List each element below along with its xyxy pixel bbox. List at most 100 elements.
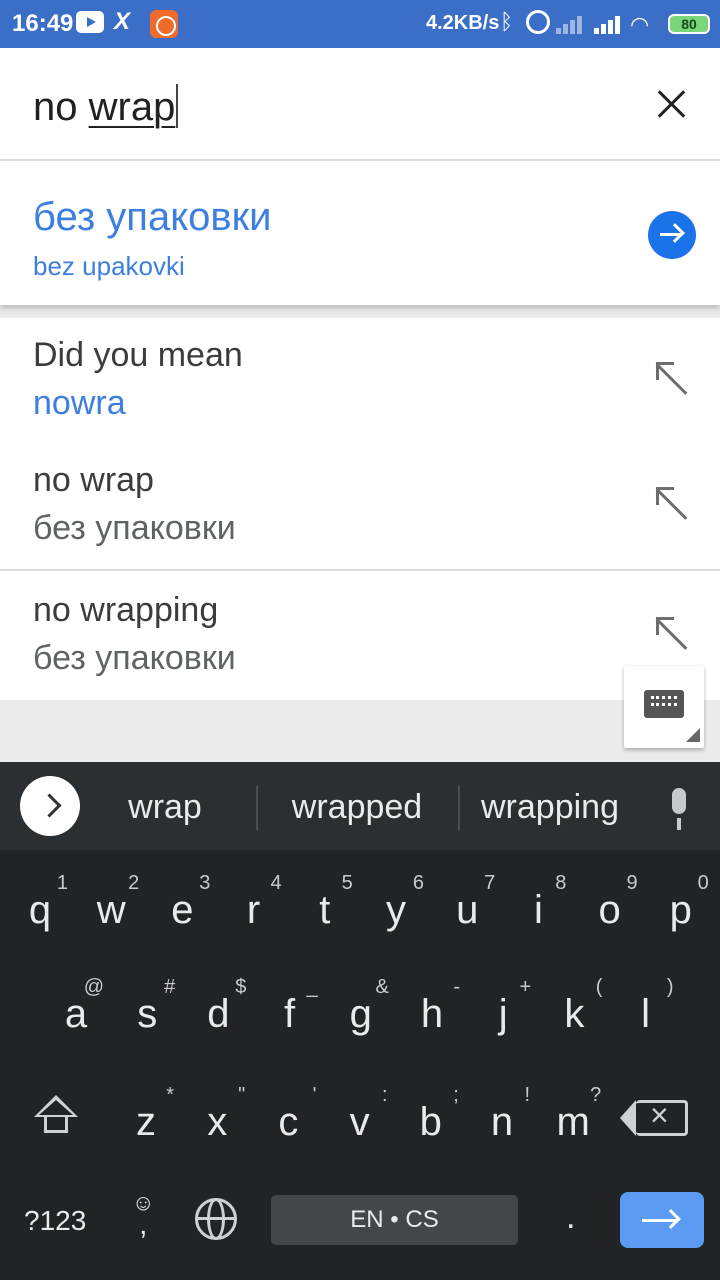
key-w[interactable]: 2w: [75, 858, 147, 954]
key-label: p: [669, 888, 692, 932]
x-app-icon: X: [114, 8, 131, 35]
symbols-key[interactable]: ?123: [24, 1205, 86, 1237]
close-icon[interactable]: [650, 82, 694, 126]
period-key[interactable]: .: [566, 1198, 575, 1237]
divider: [0, 305, 720, 318]
key-label: g: [349, 992, 372, 1036]
key-r[interactable]: 4r: [218, 858, 290, 954]
key-label: e: [171, 888, 194, 932]
background-area: [0, 700, 720, 762]
suggestion-item[interactable]: no wrapping без упаковки: [0, 573, 720, 701]
arrow-up-left-icon[interactable]: [654, 485, 690, 521]
key-p[interactable]: 0p: [645, 858, 717, 954]
key-label: w: [96, 888, 126, 932]
query-text: no: [33, 85, 89, 129]
key-c[interactable]: ' c: [252, 1070, 324, 1166]
comma-label: ,: [139, 1208, 148, 1241]
key-g[interactable]: & g: [325, 962, 397, 1058]
key-label: k: [564, 992, 585, 1036]
key-label: m: [556, 1100, 590, 1144]
key-label: v: [349, 1100, 370, 1144]
key-x[interactable]: " x: [181, 1070, 253, 1166]
space-bar[interactable]: EN • CS: [271, 1195, 518, 1245]
key-label: q: [28, 888, 52, 932]
chevron-right-icon[interactable]: [20, 776, 80, 836]
key-i[interactable]: 8i: [502, 858, 574, 954]
network-speed: 4.2KB/s: [426, 12, 500, 34]
translation-result[interactable]: без упаковки bez upakovki: [0, 163, 720, 305]
signal-icon: [556, 14, 586, 34]
key-o[interactable]: 9o: [574, 858, 646, 954]
shift-icon[interactable]: [32, 1093, 80, 1137]
key-label: n: [490, 1100, 514, 1144]
arrow-up-left-icon[interactable]: [654, 615, 690, 651]
suggestion-translation: без упаковки: [33, 639, 236, 677]
enter-key[interactable]: [620, 1192, 704, 1248]
key-label: s: [137, 992, 158, 1036]
signal-icon: [594, 14, 624, 34]
suggestion-label: Did you mean: [33, 336, 243, 374]
key-label: b: [419, 1100, 442, 1144]
emoji-comma-key[interactable]: ☺ ,: [132, 1192, 154, 1241]
key-label: l: [641, 992, 651, 1036]
key-label: o: [598, 888, 621, 932]
arrow-forward-icon[interactable]: [648, 211, 696, 259]
search-input[interactable]: no wrap: [33, 84, 179, 130]
key-s[interactable]: # s: [111, 962, 183, 1058]
wifi-icon: ◠: [630, 12, 650, 37]
key-j[interactable]: + j: [467, 962, 539, 1058]
translation-text: без упаковки: [33, 195, 272, 239]
key-b[interactable]: ; b: [395, 1070, 467, 1166]
key-e[interactable]: 3e: [146, 858, 218, 954]
suggestion-item[interactable]: Did you mean nowra: [0, 318, 720, 446]
query-composing-word: wrap: [88, 85, 176, 129]
keyboard-icon: [644, 690, 684, 718]
keyboard-toggle-button[interactable]: [624, 666, 704, 748]
key-label: d: [207, 992, 230, 1036]
keyboard-suggestion-strip: wrap wrapped wrapping: [0, 762, 720, 850]
suggestion-source: no wrap: [33, 461, 154, 499]
key-t[interactable]: 5t: [289, 858, 361, 954]
key-k[interactable]: (k: [538, 962, 610, 1058]
key-label: z: [136, 1100, 156, 1144]
key-label: y: [386, 888, 406, 932]
key-label: x: [207, 1100, 228, 1144]
corner-indicator: [686, 728, 700, 742]
key-v[interactable]: :v: [324, 1070, 396, 1166]
key-h[interactable]: -h: [396, 962, 468, 1058]
microphone-icon[interactable]: [666, 788, 692, 832]
key-m[interactable]: ? m: [537, 1070, 609, 1166]
key-d[interactable]: $ d: [182, 962, 254, 1058]
suggestion-item[interactable]: no wrap без упаковки: [0, 443, 720, 571]
keyboard-suggestion[interactable]: wrap: [100, 788, 230, 827]
arrow-up-left-icon[interactable]: [654, 360, 690, 396]
divider: [256, 786, 258, 830]
suggestion-source: no wrapping: [33, 591, 219, 629]
divider: [458, 786, 460, 830]
key-label: j: [498, 992, 508, 1036]
battery-icon: 80: [668, 14, 710, 34]
key-l[interactable]: ) l: [610, 962, 682, 1058]
key-label: t: [319, 888, 331, 932]
text-cursor: [176, 84, 179, 128]
key-z[interactable]: * z: [110, 1070, 182, 1166]
key-n[interactable]: ! n: [466, 1070, 538, 1166]
key-q[interactable]: 1q: [4, 858, 76, 954]
key-label: u: [456, 888, 479, 932]
keyboard-suggestion[interactable]: wrapping: [470, 788, 630, 827]
globe-icon[interactable]: [195, 1198, 237, 1240]
key-label: c: [278, 1100, 299, 1144]
suggestion-translation: без упаковки: [33, 509, 236, 547]
orange-app-icon: [150, 10, 178, 38]
key-y[interactable]: 6y: [360, 858, 432, 954]
youtube-icon: [76, 11, 104, 33]
key-label: i: [533, 888, 543, 932]
suggestion-correction[interactable]: nowra: [33, 384, 126, 423]
key-f[interactable]: _ f: [254, 962, 326, 1058]
backspace-icon[interactable]: [620, 1097, 688, 1136]
key-a[interactable]: @ a: [40, 962, 112, 1058]
key-u[interactable]: 7u: [431, 858, 503, 954]
keyboard-suggestion[interactable]: wrapped: [272, 788, 442, 827]
search-bar: no wrap: [0, 48, 720, 161]
status-time: 16:49: [12, 10, 74, 37]
